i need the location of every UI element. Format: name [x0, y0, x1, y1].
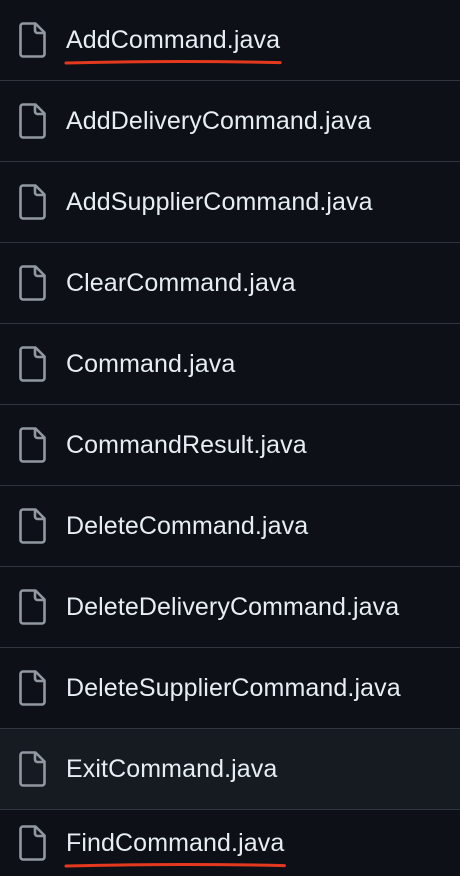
- file-name-link[interactable]: DeleteCommand.java: [66, 511, 308, 541]
- file-row[interactable]: AddCommand.java: [0, 0, 460, 81]
- file-row[interactable]: FindCommand.java: [0, 810, 460, 876]
- file-row[interactable]: AddSupplierCommand.java: [0, 162, 460, 243]
- file-row[interactable]: CommandResult.java: [0, 405, 460, 486]
- file-icon: [19, 22, 46, 58]
- file-name-link[interactable]: AddCommand.java: [64, 25, 282, 65]
- file-icon: [17, 21, 47, 59]
- file-icon: [17, 507, 47, 545]
- file-name-link[interactable]: ExitCommand.java: [66, 754, 277, 784]
- file-icon: [17, 102, 47, 140]
- file-icon: [19, 346, 46, 382]
- file-row[interactable]: ExitCommand.java: [0, 729, 460, 810]
- file-row[interactable]: DeleteDeliveryCommand.java: [0, 567, 460, 648]
- file-icon: [19, 103, 46, 139]
- file-icon: [17, 588, 47, 626]
- file-icon: [17, 264, 47, 302]
- file-name-link[interactable]: AddSupplierCommand.java: [66, 187, 373, 217]
- file-icon: [19, 751, 46, 787]
- file-row[interactable]: AddDeliveryCommand.java: [0, 81, 460, 162]
- file-name-link[interactable]: CommandResult.java: [66, 430, 307, 460]
- file-icon: [17, 750, 47, 788]
- file-name-link[interactable]: FindCommand.java: [64, 828, 286, 868]
- file-name-link[interactable]: Command.java: [66, 349, 235, 379]
- file-icon: [19, 184, 46, 220]
- file-name-link[interactable]: AddDeliveryCommand.java: [66, 106, 371, 136]
- file-icon: [17, 345, 47, 383]
- file-row[interactable]: ClearCommand.java: [0, 243, 460, 324]
- file-icon: [19, 589, 46, 625]
- file-row[interactable]: DeleteSupplierCommand.java: [0, 648, 460, 729]
- file-list: AddCommand.java AddDeliveryCommand.java …: [0, 0, 460, 876]
- file-icon: [17, 824, 47, 862]
- file-icon: [17, 183, 47, 221]
- file-icon: [19, 508, 46, 544]
- file-row[interactable]: Command.java: [0, 324, 460, 405]
- file-name-link[interactable]: DeleteDeliveryCommand.java: [66, 592, 399, 622]
- file-name-link[interactable]: ClearCommand.java: [66, 268, 296, 298]
- file-icon: [17, 669, 47, 707]
- file-icon: [19, 670, 46, 706]
- file-row[interactable]: DeleteCommand.java: [0, 486, 460, 567]
- file-icon: [17, 426, 47, 464]
- file-icon: [19, 265, 46, 301]
- file-name-link[interactable]: DeleteSupplierCommand.java: [66, 673, 401, 703]
- file-icon: [19, 825, 46, 861]
- file-icon: [19, 427, 46, 463]
